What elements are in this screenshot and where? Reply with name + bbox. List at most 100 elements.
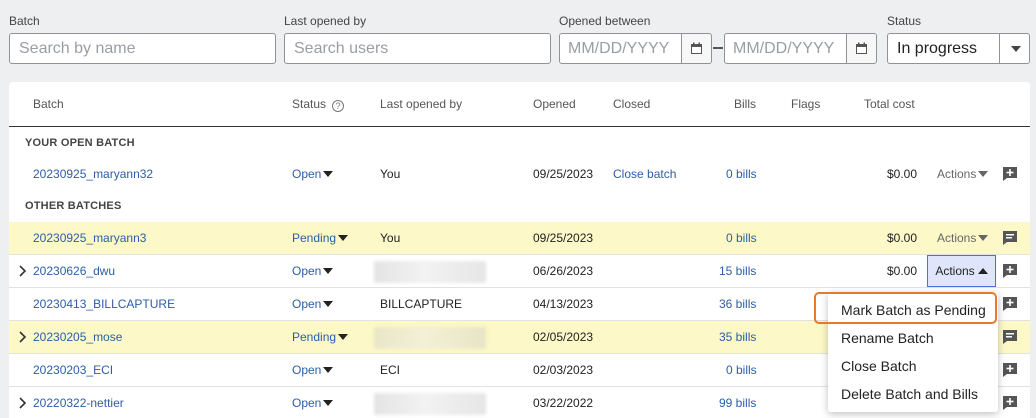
- status-value: Open: [292, 297, 322, 311]
- col-status: Status?: [292, 97, 345, 112]
- batch-search-input[interactable]: Search by name: [9, 33, 276, 64]
- chevron-down-icon: [323, 367, 334, 373]
- chevron-down-icon: [978, 171, 989, 177]
- calendar-icon[interactable]: [846, 34, 876, 63]
- chevron-down-icon: [323, 301, 334, 307]
- bills-link[interactable]: 35 bills: [719, 321, 756, 353]
- chevron-down-icon: [323, 400, 334, 406]
- add-note-icon[interactable]: [1002, 395, 1018, 411]
- table-row: 20230925_maryann32 Open You 09/25/2023 C…: [9, 158, 1030, 191]
- last-opened-by: BILLCAPTURE: [380, 297, 463, 311]
- add-note-icon[interactable]: [1002, 362, 1018, 378]
- close-batch-link[interactable]: Close batch: [613, 158, 676, 190]
- batch-name-link[interactable]: 20230925_maryann3: [33, 222, 146, 254]
- status-select-value: In progress: [897, 39, 978, 57]
- end-date-field[interactable]: MM/DD/YYYY: [724, 33, 877, 64]
- menu-item-close-batch[interactable]: Close Batch: [841, 358, 916, 374]
- actions-label: Actions: [935, 264, 975, 278]
- status-dropdown[interactable]: Pending: [292, 321, 349, 353]
- batch-name-link[interactable]: 20220322-nettier: [33, 387, 124, 418]
- chevron-right-icon[interactable]: [16, 330, 30, 344]
- note-icon[interactable]: [1002, 230, 1018, 246]
- status-value: Pending: [292, 330, 337, 344]
- opened-date: 04/13/2023: [533, 297, 594, 311]
- note-icon[interactable]: [1002, 329, 1018, 345]
- chevron-down-icon: [323, 171, 334, 177]
- help-icon[interactable]: ?: [332, 100, 345, 112]
- opened-date: 09/25/2023: [533, 167, 594, 181]
- menu-item-rename-batch[interactable]: Rename Batch: [841, 330, 934, 346]
- last-opened-by: ECI: [380, 363, 401, 377]
- actions-label: Actions: [937, 167, 977, 181]
- chevron-down-icon: [978, 235, 989, 241]
- status-select[interactable]: In progress: [887, 33, 1030, 64]
- bills-link[interactable]: 36 bills: [719, 288, 756, 320]
- bills-link[interactable]: 99 bills: [719, 387, 756, 418]
- batch-name-link[interactable]: 20230413_BILLCAPTURE: [33, 288, 175, 320]
- col-flags[interactable]: Flags: [791, 97, 820, 111]
- bills-link[interactable]: 0 bills: [726, 222, 757, 254]
- menu-item-delete-batch[interactable]: Delete Batch and Bills: [841, 386, 978, 402]
- status-dropdown[interactable]: Open: [292, 387, 334, 418]
- col-batch[interactable]: Batch: [33, 97, 64, 111]
- chevron-right-icon[interactable]: [16, 396, 30, 410]
- calendar-icon[interactable]: [681, 34, 711, 63]
- last-opened-by-label: Last opened by: [284, 14, 367, 28]
- status-dropdown[interactable]: Open: [292, 158, 334, 190]
- opened-between-label: Opened between: [559, 14, 651, 28]
- date-range-separator: [713, 47, 723, 49]
- bills-link[interactable]: 0 bills: [726, 158, 757, 190]
- batch-name-link[interactable]: 20230626_dwu: [33, 255, 115, 287]
- highlight-outline: [814, 292, 997, 324]
- batch-name-link[interactable]: 20230205_mose: [33, 321, 122, 353]
- opened-date: 02/05/2023: [533, 330, 594, 344]
- table-row: 20230925_maryann3 Pending You 09/25/2023…: [9, 222, 1030, 255]
- col-opened[interactable]: Opened: [533, 97, 576, 111]
- status-dropdown[interactable]: Open: [292, 255, 334, 287]
- redacted-user: [374, 327, 486, 349]
- col-total-cost[interactable]: Total cost: [864, 97, 915, 111]
- add-note-icon[interactable]: [1002, 263, 1018, 279]
- batch-name-link[interactable]: 20230925_maryann32: [33, 158, 153, 190]
- status-value: Open: [292, 363, 322, 377]
- status-dropdown[interactable]: Open: [292, 288, 334, 320]
- chevron-up-icon: [977, 268, 988, 274]
- chevron-down-icon[interactable]: [999, 34, 1029, 63]
- opened-date: 09/25/2023: [533, 231, 594, 245]
- status-dropdown[interactable]: Pending: [292, 222, 349, 254]
- table-row: 20230626_dwu Open 06/26/2023 15 bills $0…: [9, 255, 1030, 288]
- chevron-right-icon[interactable]: [16, 264, 30, 278]
- col-closed[interactable]: Closed: [613, 97, 650, 111]
- actions-label: Actions: [937, 231, 977, 245]
- total-cost: $0.00: [887, 264, 918, 278]
- redacted-user: [374, 261, 486, 283]
- status-dropdown[interactable]: Open: [292, 354, 334, 386]
- actions-button[interactable]: Actions: [937, 158, 989, 190]
- bills-link[interactable]: 15 bills: [719, 255, 756, 287]
- user-search-input[interactable]: Search users: [284, 33, 551, 64]
- bills-link[interactable]: 0 bills: [726, 354, 757, 386]
- chevron-down-icon: [338, 235, 349, 241]
- chevron-down-icon: [323, 268, 334, 274]
- opened-date: 06/26/2023: [533, 264, 594, 278]
- add-note-icon[interactable]: [1002, 166, 1018, 182]
- add-note-icon[interactable]: [1002, 296, 1018, 312]
- col-last-opened-by[interactable]: Last opened by: [380, 97, 462, 111]
- redacted-user: [374, 393, 486, 415]
- table-header: Batch Status? Last opened by Opened Clos…: [9, 82, 1030, 127]
- col-status-label[interactable]: Status: [292, 97, 326, 111]
- batch-name-link[interactable]: 20230203_ECI: [33, 354, 113, 386]
- status-value: Open: [292, 396, 322, 410]
- col-bills[interactable]: Bills: [734, 97, 756, 111]
- actions-button[interactable]: Actions: [937, 222, 989, 254]
- total-cost: $0.00: [887, 231, 918, 245]
- start-date-placeholder: MM/DD/YYYY: [568, 39, 670, 57]
- actions-button-open[interactable]: Actions: [927, 255, 996, 287]
- section-open-batch: YOUR OPEN BATCH: [25, 137, 135, 149]
- status-value: Pending: [292, 231, 337, 245]
- start-date-field[interactable]: MM/DD/YYYY: [559, 33, 712, 64]
- status-value: Open: [292, 264, 322, 278]
- opened-date: 03/22/2022: [533, 396, 594, 410]
- last-opened-by: You: [380, 231, 401, 245]
- status-filter-label: Status: [887, 14, 922, 28]
